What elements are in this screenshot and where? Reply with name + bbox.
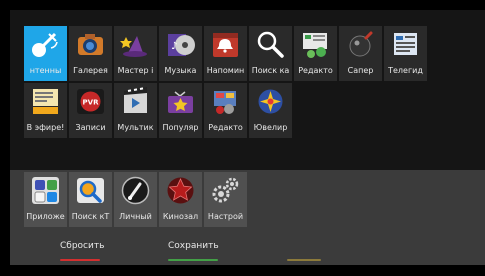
popular-tv-icon [164, 85, 197, 118]
wizard-hat-icon [119, 28, 152, 61]
editor-icon [209, 85, 242, 118]
dock-label: Приложе [26, 212, 65, 221]
bottom-strip [0, 266, 485, 276]
app-label: нтенны [29, 66, 62, 75]
reset-label: Сбросить [60, 241, 105, 251]
app-label: Телегид [388, 66, 423, 75]
app-tile-channel-search[interactable]: Поиск ка [249, 26, 292, 81]
dock-tile-settings[interactable]: Настрой [204, 172, 247, 227]
app-tile-cartoons[interactable]: Мультик [114, 83, 157, 138]
app-tile-tv-guide[interactable]: Телегид [384, 26, 427, 81]
svg-text:PVR: PVR [83, 99, 100, 107]
film-icon [119, 85, 152, 118]
app-tile-on-air[interactable]: В эфире! [24, 83, 67, 138]
dock-label: Поиск кТ [71, 212, 110, 221]
reset-button[interactable]: Сбросить [60, 239, 105, 261]
app-tile-recordings[interactable]: PVR Записи [69, 83, 112, 138]
app-tile-gallery[interactable]: Галерея [69, 26, 112, 81]
apps-row-1: нтенны Галерея Мастер і ♪ Музыка Напомин… [24, 26, 427, 81]
antenna-icon [29, 28, 62, 61]
app-label: Редакто [208, 123, 243, 132]
personal-needle-icon [119, 174, 152, 207]
app-label: Ювелир [253, 123, 288, 132]
dock-tile-personal[interactable]: Личный [114, 172, 157, 227]
app-label: Галерея [73, 66, 108, 75]
jewel-icon [254, 85, 287, 118]
app-tile-editor[interactable]: Редакто [204, 83, 247, 138]
settings-gears-icon [209, 174, 242, 207]
app-label: Поиск ка [251, 66, 290, 75]
app-tile-minesweeper[interactable]: Сапер [339, 26, 382, 81]
apps-grid-icon [29, 174, 62, 207]
save-button[interactable]: Сохранить [168, 239, 219, 261]
app-tile-list-editor[interactable]: Редакто [294, 26, 337, 81]
reset-color-bar [60, 259, 100, 261]
alarm-calendar-icon [209, 28, 242, 61]
dock-row: Приложе Поиск кТ Личный Кинозал Настрой [24, 172, 247, 227]
app-label: Популяр [162, 123, 199, 132]
magnifier-icon [254, 28, 287, 61]
app-label: Музыка [164, 66, 197, 75]
app-tile-popular[interactable]: Популяр [159, 83, 202, 138]
yellow-color-bar [287, 259, 321, 261]
mine-icon [344, 28, 377, 61]
dock-tile-apps[interactable]: Приложе [24, 172, 67, 227]
yellow-key-button[interactable] [287, 239, 321, 261]
cinema-star-icon [164, 174, 197, 207]
on-air-icon [29, 85, 62, 118]
dock-tile-search-tv[interactable]: Поиск кТ [69, 172, 112, 227]
save-label: Сохранить [168, 241, 219, 251]
dock-label: Настрой [207, 212, 244, 221]
app-tile-wizard[interactable]: Мастер і [114, 26, 157, 81]
app-tile-antennas[interactable]: нтенны [24, 26, 67, 81]
app-label: Напомин [206, 66, 245, 75]
music-disc-icon: ♪ [164, 28, 197, 61]
app-tile-jeweler[interactable]: Ювелир [249, 83, 292, 138]
app-label: Мастер і [117, 66, 154, 75]
app-label: В эфире! [26, 123, 65, 132]
app-label: Редакто [298, 66, 333, 75]
search-tv-icon [74, 174, 107, 207]
save-color-bar [168, 259, 218, 261]
camera-icon [74, 28, 107, 61]
svg-text:♪: ♪ [171, 41, 177, 52]
apps-row-2: В эфире! PVR Записи Мультик Популяр Реда… [24, 83, 292, 138]
list-editor-icon [299, 28, 332, 61]
dock-label: Кинозал [162, 212, 199, 221]
app-label: Мультик [117, 123, 154, 132]
yellow-key-label [287, 239, 321, 253]
tv-guide-icon [389, 28, 422, 61]
app-label: Записи [75, 123, 106, 132]
app-tile-music[interactable]: ♪ Музыка [159, 26, 202, 81]
app-label: Сапер [347, 66, 374, 75]
app-tile-reminder[interactable]: Напомин [204, 26, 247, 81]
dock-tile-cinema[interactable]: Кинозал [159, 172, 202, 227]
pvr-icon: PVR [74, 85, 107, 118]
dock-label: Личный [119, 212, 152, 221]
